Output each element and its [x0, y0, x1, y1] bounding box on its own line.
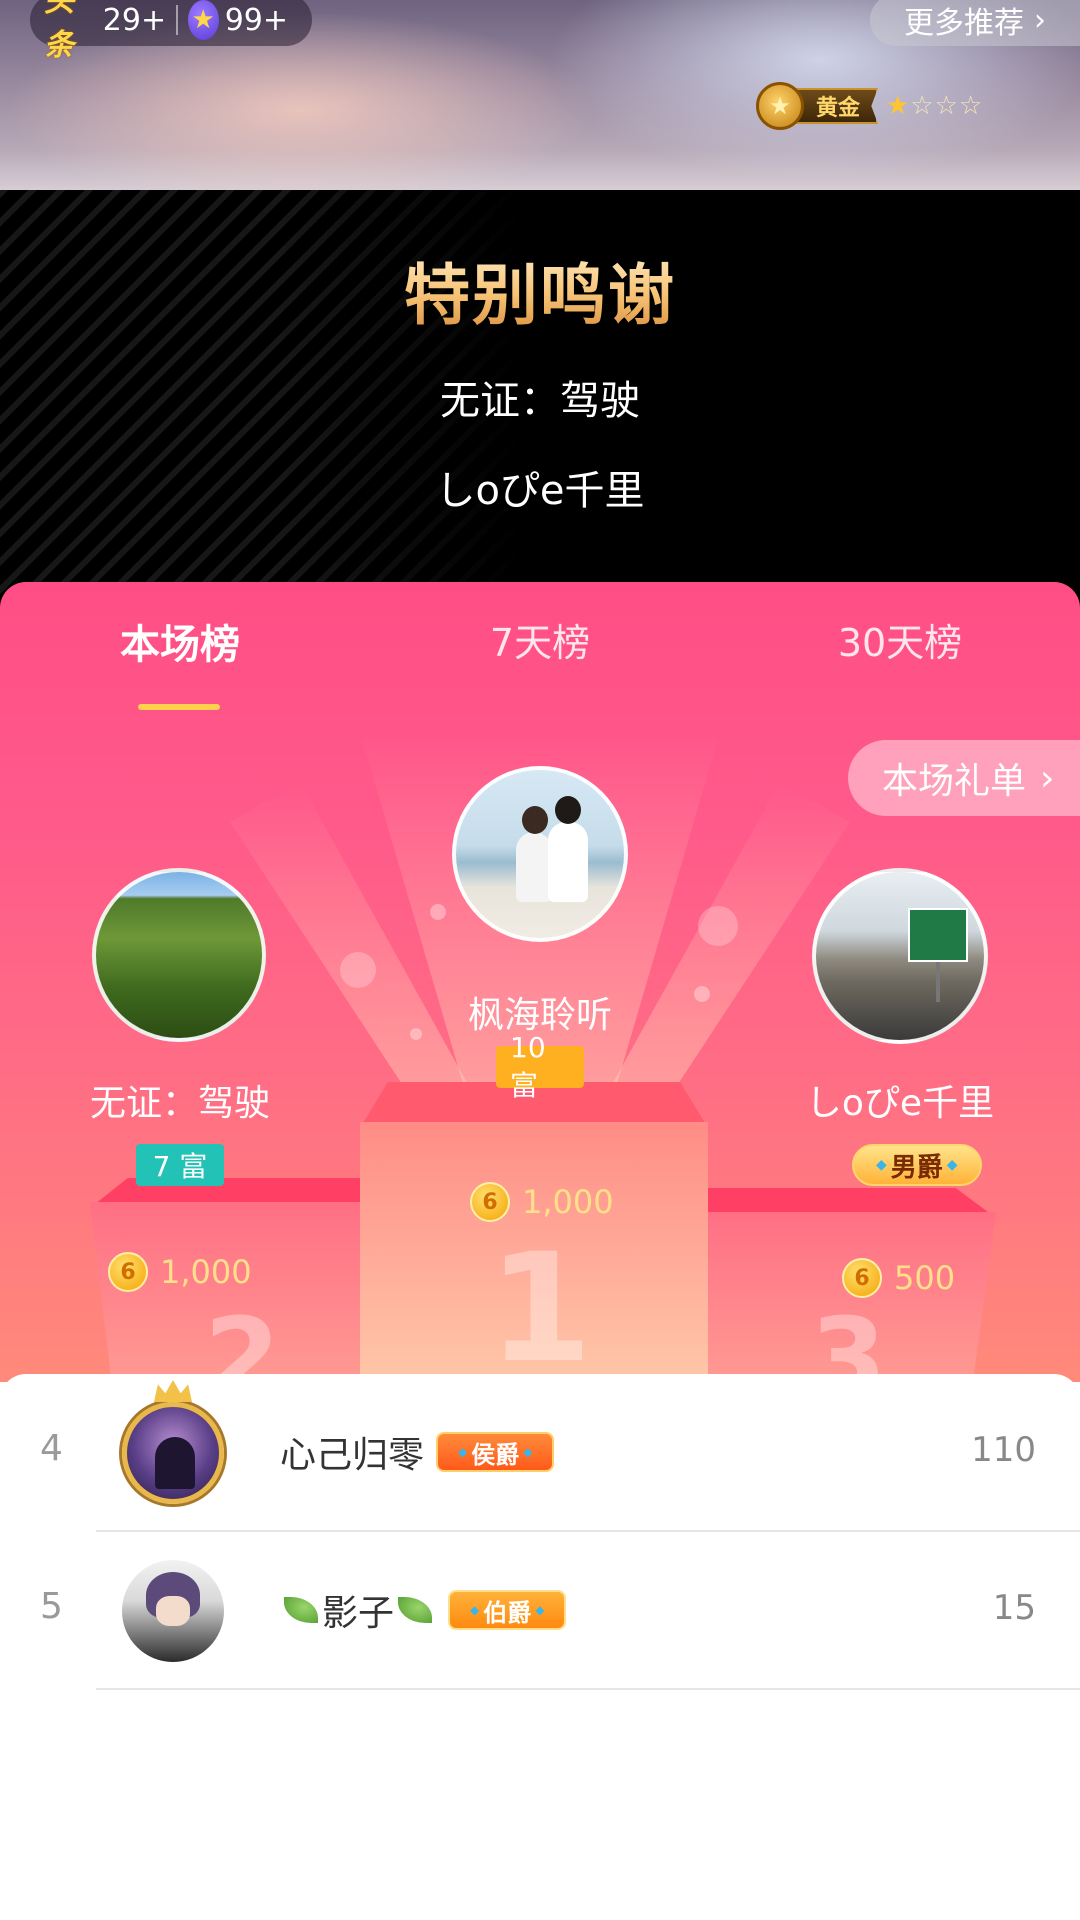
- tab-7-days[interactable]: 7天榜: [420, 612, 660, 667]
- user-name[interactable]: 心己归零: [280, 1426, 424, 1478]
- noble-title-badge: 伯爵: [448, 1590, 567, 1630]
- star-empty-icon: ☆: [934, 91, 959, 121]
- chevron-right-icon: ›: [1034, 2, 1046, 38]
- stats-pill[interactable]: 头条 29+ ★ 99+: [30, 0, 312, 63]
- special-thanks-section: 特别鸣谢 无证：驾驶 しoぴe千里: [0, 190, 1080, 610]
- coin-value: 500: [894, 1259, 956, 1297]
- more-recommend-label: 更多推荐: [904, 6, 1024, 41]
- star-icon: ★: [187, 0, 219, 40]
- level-label: 黄金: [794, 88, 879, 124]
- star-empty-icon: ☆: [910, 91, 935, 121]
- user-name-row: 心己归零 侯爵: [280, 1426, 555, 1478]
- avatar-first-place[interactable]: [452, 766, 628, 942]
- noble-title-badge: 男爵: [852, 1144, 982, 1186]
- rich-level-badge: 7 富: [136, 1144, 224, 1186]
- star-filled-icon: ★: [886, 91, 911, 121]
- thanks-title: 特别鸣谢: [0, 242, 1080, 338]
- gift-list-label: 本场礼单: [882, 761, 1027, 802]
- rank-tabs: 本场榜 7天榜 30天榜: [0, 612, 1080, 710]
- ranking-card: 本场榜 7天榜 30天榜 本场礼单 › 1 2 3 无证：驾驶 枫海聆听 しoぴ…: [0, 582, 1080, 1382]
- tab-30-days[interactable]: 30天榜: [780, 612, 1020, 667]
- photo-person: [548, 796, 588, 902]
- coin-icon: 6: [842, 1258, 882, 1298]
- avatar[interactable]: [122, 1560, 224, 1662]
- second-place-name[interactable]: 无证：驾驶: [30, 1074, 330, 1126]
- leaf-icon: [284, 1597, 318, 1623]
- noble-title-label: 伯爵: [483, 1598, 532, 1627]
- level-stars: ★ ☆ ☆ ☆: [886, 91, 983, 121]
- more-recommend-button[interactable]: 更多推荐 ›: [870, 0, 1080, 46]
- noble-title-label: 侯爵: [471, 1440, 520, 1469]
- crown-icon: [154, 1380, 192, 1402]
- noble-title-badge: 侯爵: [436, 1432, 555, 1472]
- gift-list-button[interactable]: 本场礼单 ›: [848, 740, 1080, 816]
- chevron-right-icon: ›: [1040, 757, 1055, 799]
- noble-title-label: 男爵: [890, 1152, 943, 1183]
- podium-rank-2: 2: [204, 1294, 281, 1382]
- photo-road-sign: [908, 908, 968, 1002]
- live-video-header: 头条 29+ ★ 99+ 更多推荐 › ★ 黄金 ★ ☆ ☆ ☆: [0, 0, 1080, 190]
- avatar-third-place[interactable]: [812, 868, 988, 1044]
- coin-icon: 6: [108, 1252, 148, 1292]
- contribution-score: 15: [992, 1588, 1036, 1628]
- photo-person: [516, 806, 552, 902]
- tab-this-session[interactable]: 本场榜: [60, 612, 300, 670]
- rank-number: 5: [40, 1586, 63, 1627]
- coin-value: 1,000: [160, 1253, 252, 1291]
- divider: [96, 1688, 1080, 1690]
- third-place-name[interactable]: しoぴe千里: [750, 1074, 1050, 1126]
- podium-rank-1: 1: [488, 1222, 593, 1382]
- third-place-coins: 6 500: [842, 1258, 955, 1298]
- pill-divider: [176, 5, 178, 35]
- thanks-name: しoぴe千里: [435, 468, 645, 514]
- toutiao-count: 29+: [102, 2, 167, 38]
- avatar[interactable]: [122, 1402, 224, 1504]
- rank-number: 4: [40, 1428, 63, 1469]
- star-count: 99+: [224, 2, 288, 38]
- second-place-coins: 6 1,000: [108, 1252, 252, 1292]
- leaf-icon: [398, 1597, 433, 1623]
- thanks-name: 无证：驾驶: [440, 378, 640, 424]
- coin-icon: 6: [470, 1182, 510, 1222]
- contribution-score: 110: [971, 1430, 1036, 1470]
- medal-icon: ★: [756, 82, 804, 130]
- podium-rank-3: 3: [810, 1294, 887, 1382]
- coin-value: 1,000: [522, 1183, 614, 1221]
- toutiao-icon: 头条: [44, 0, 74, 63]
- user-name-row: 影子 伯爵: [280, 1584, 567, 1636]
- first-place-coins: 6 1,000: [470, 1182, 614, 1222]
- user-name[interactable]: 影子: [322, 1584, 394, 1636]
- avatar-second-place[interactable]: [92, 868, 266, 1042]
- star-empty-icon: ☆: [958, 91, 984, 121]
- rich-level-badge: 10 富: [496, 1031, 584, 1102]
- level-badge[interactable]: ★ 黄金 ★ ☆ ☆ ☆: [756, 82, 983, 130]
- active-tab-indicator: [138, 704, 220, 710]
- list-item[interactable]: 4 心己归零 侯爵 110: [0, 1374, 1080, 1532]
- rank-list: 4 心己归零 侯爵 110 5 影子 伯爵 15: [0, 1374, 1080, 1920]
- list-item[interactable]: 5 影子 伯爵 15: [0, 1532, 1080, 1690]
